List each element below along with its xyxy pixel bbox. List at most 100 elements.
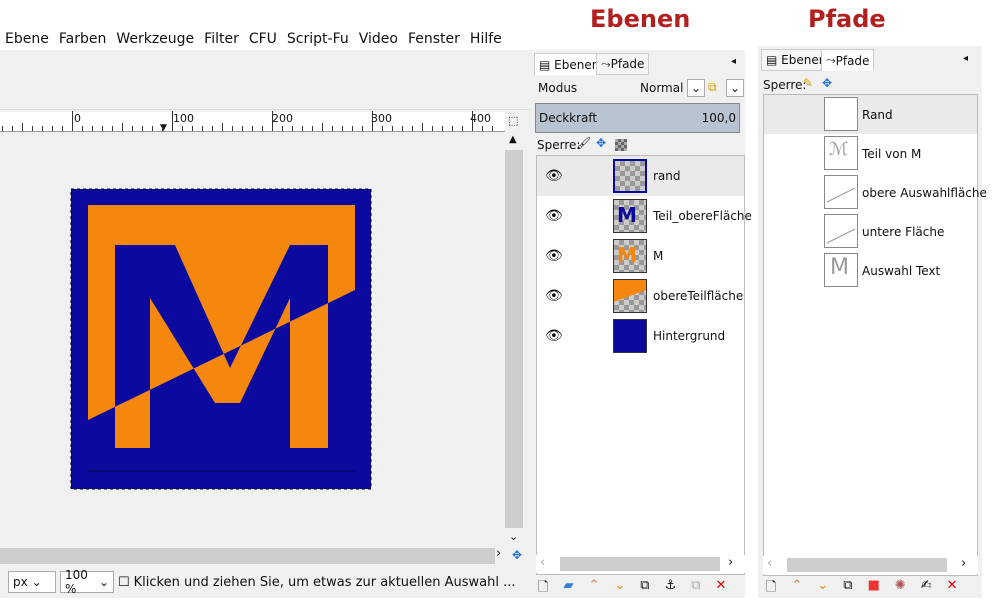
mode-switch-icon[interactable]: ⧉ bbox=[708, 80, 717, 95]
menu-script-fu[interactable]: Script-Fu bbox=[282, 28, 354, 50]
raise-path-icon[interactable]: ⌃ bbox=[791, 578, 802, 600]
layer-row[interactable]: 👁 rand bbox=[537, 156, 744, 196]
ruler-tick bbox=[202, 126, 203, 131]
stroke-path-icon[interactable]: ✍ bbox=[921, 578, 932, 600]
opacity-slider[interactable]: Deckkraft 100,0 bbox=[535, 103, 740, 133]
zoom-select[interactable]: 100 % ⌄ bbox=[60, 568, 114, 596]
duplicate-path-icon[interactable]: ⧉ bbox=[843, 578, 852, 600]
path-row[interactable]: M Auswahl Text bbox=[764, 251, 977, 290]
tab-label: Pfade bbox=[835, 53, 870, 68]
new-layer-icon[interactable]: 🗋 bbox=[538, 578, 548, 600]
zoom-value: 100 % bbox=[65, 568, 88, 596]
path-row[interactable]: obere Auswahlfläche bbox=[764, 173, 987, 212]
composite-dropdown[interactable]: ⌄ bbox=[726, 79, 744, 97]
scroll-right-icon[interactable]: › bbox=[496, 546, 501, 561]
path-row[interactable]: untere Fläche bbox=[764, 212, 977, 251]
menu-ebene[interactable]: Ebene bbox=[0, 28, 54, 50]
mode-value[interactable]: Normal bbox=[640, 81, 683, 95]
path-to-selection-icon[interactable]: ■ bbox=[868, 578, 880, 600]
path-name: Auswahl Text bbox=[862, 264, 941, 278]
layer-row[interactable]: 👁 Hintergrund bbox=[537, 316, 744, 356]
tab-ebenen[interactable]: ▤ Ebenen bbox=[534, 53, 605, 75]
lock-alpha-icon[interactable] bbox=[615, 139, 627, 151]
horizontal-ruler[interactable]: 0 100 200 300 400 ▼ bbox=[0, 111, 505, 133]
menu-werkzeuge[interactable]: Werkzeuge bbox=[111, 28, 199, 50]
vertical-scrollbar[interactable] bbox=[505, 150, 523, 528]
ruler-tick bbox=[132, 126, 133, 131]
layers-tab-icon: ▤ bbox=[766, 53, 778, 67]
ruler-tick bbox=[52, 126, 53, 131]
scroll-down-icon[interactable]: ⌄ bbox=[509, 530, 518, 543]
layers-hscrollbar[interactable] bbox=[560, 557, 720, 571]
lock-label: Sperre: bbox=[537, 138, 581, 152]
tab-pfade[interactable]: ⤳ Pfade bbox=[821, 49, 875, 71]
layers-tab-icon: ▤ bbox=[539, 57, 551, 72]
lock-position-icon[interactable]: ✥ bbox=[822, 76, 832, 90]
path-row[interactable]: Rand bbox=[764, 95, 977, 134]
mode-dropdown[interactable]: ⌄ bbox=[687, 79, 705, 97]
menu-hilfe[interactable]: Hilfe bbox=[465, 28, 507, 50]
lock-strokes-icon[interactable]: ✎ bbox=[803, 76, 813, 90]
path-row[interactable]: ℳ Teil von M bbox=[764, 134, 977, 173]
selection-to-path-icon[interactable]: ✺ bbox=[895, 578, 906, 600]
navigate-icon[interactable]: ✥ bbox=[512, 548, 522, 562]
path-thumbnail: ℳ bbox=[824, 136, 858, 170]
ruler-tick bbox=[162, 126, 163, 131]
panel-menu-icon[interactable]: ◂ bbox=[963, 53, 968, 64]
image-canvas[interactable] bbox=[70, 188, 372, 490]
paths-caption: Pfade bbox=[808, 5, 886, 33]
ruler-label: 300 bbox=[371, 112, 392, 125]
layer-name: obereTeilfläche bbox=[653, 289, 744, 303]
path-name: Teil von M bbox=[862, 147, 922, 161]
scroll-left-icon[interactable]: ‹ bbox=[767, 556, 772, 571]
ruler-label: 200 bbox=[272, 112, 293, 125]
eye-icon[interactable]: 👁 bbox=[545, 288, 563, 304]
unit-select[interactable]: px ⌄ bbox=[8, 571, 56, 593]
merge-layer-icon[interactable]: ⧉ bbox=[691, 578, 700, 600]
scroll-up-icon[interactable]: ▲ bbox=[509, 134, 517, 145]
tab-label: Ebenen bbox=[781, 53, 827, 67]
ruler-tick bbox=[452, 126, 453, 131]
eye-icon[interactable]: 👁 bbox=[545, 168, 563, 184]
tab-pfade[interactable]: ⤳ Pfade bbox=[596, 53, 650, 75]
menu-fenster[interactable]: Fenster bbox=[403, 28, 465, 50]
eye-icon[interactable]: 👁 bbox=[545, 248, 563, 264]
menu-cfu[interactable]: CFU bbox=[244, 28, 282, 50]
scroll-right-icon[interactable]: › bbox=[728, 555, 733, 570]
delete-path-icon[interactable]: ✕ bbox=[947, 578, 958, 600]
ruler-tick bbox=[302, 126, 303, 131]
raise-layer-icon[interactable]: ⌃ bbox=[588, 578, 599, 600]
layer-row[interactable]: 👁 M M bbox=[537, 236, 744, 276]
menu-video[interactable]: Video bbox=[354, 28, 403, 50]
menu-filter[interactable]: Filter bbox=[199, 28, 244, 50]
lock-position-icon[interactable]: ✥ bbox=[596, 136, 606, 150]
menu-farben[interactable]: Farben bbox=[54, 28, 111, 50]
scroll-left-icon[interactable]: ‹ bbox=[540, 555, 545, 570]
anchor-icon[interactable]: ⚓ bbox=[665, 578, 677, 600]
new-group-icon[interactable]: ▰ bbox=[563, 578, 573, 600]
ruler-tick bbox=[252, 126, 253, 131]
menubar: Ebene Farben Werkzeuge Filter CFU Script… bbox=[0, 28, 507, 50]
lower-path-icon[interactable]: ⌄ bbox=[817, 578, 828, 600]
ruler-tick bbox=[82, 126, 83, 131]
duplicate-layer-icon[interactable]: ⧉ bbox=[640, 578, 649, 600]
delete-layer-icon[interactable]: ✕ bbox=[716, 578, 727, 600]
new-path-icon[interactable]: 🗋 bbox=[766, 578, 776, 600]
zoom-fit-icon[interactable]: ⬚ bbox=[508, 114, 518, 127]
eye-icon[interactable]: 👁 bbox=[545, 208, 563, 224]
unit-value: px bbox=[13, 575, 28, 589]
layer-row[interactable]: 👁 M Teil_obereFläche bbox=[537, 196, 752, 236]
lower-layer-icon[interactable]: ⌄ bbox=[614, 578, 625, 600]
lock-pixels-icon[interactable]: 🖌 bbox=[576, 136, 591, 150]
paths-hscrollbar[interactable] bbox=[787, 558, 947, 572]
eye-icon[interactable]: 👁 bbox=[545, 328, 563, 344]
layer-row[interactable]: 👁 obereTeilfläche bbox=[537, 276, 744, 316]
ruler-tick bbox=[282, 126, 283, 131]
ruler-tick bbox=[472, 111, 473, 131]
panel-menu-icon[interactable]: ◂ bbox=[731, 56, 736, 67]
scroll-right-icon[interactable]: › bbox=[961, 556, 966, 571]
horizontal-scrollbar[interactable] bbox=[0, 548, 495, 564]
paths-list: Rand ℳ Teil von M obere Auswahlfläche unt… bbox=[763, 94, 987, 576]
ruler-label: 0 bbox=[74, 112, 81, 125]
layer-name: Hintergrund bbox=[653, 329, 726, 343]
